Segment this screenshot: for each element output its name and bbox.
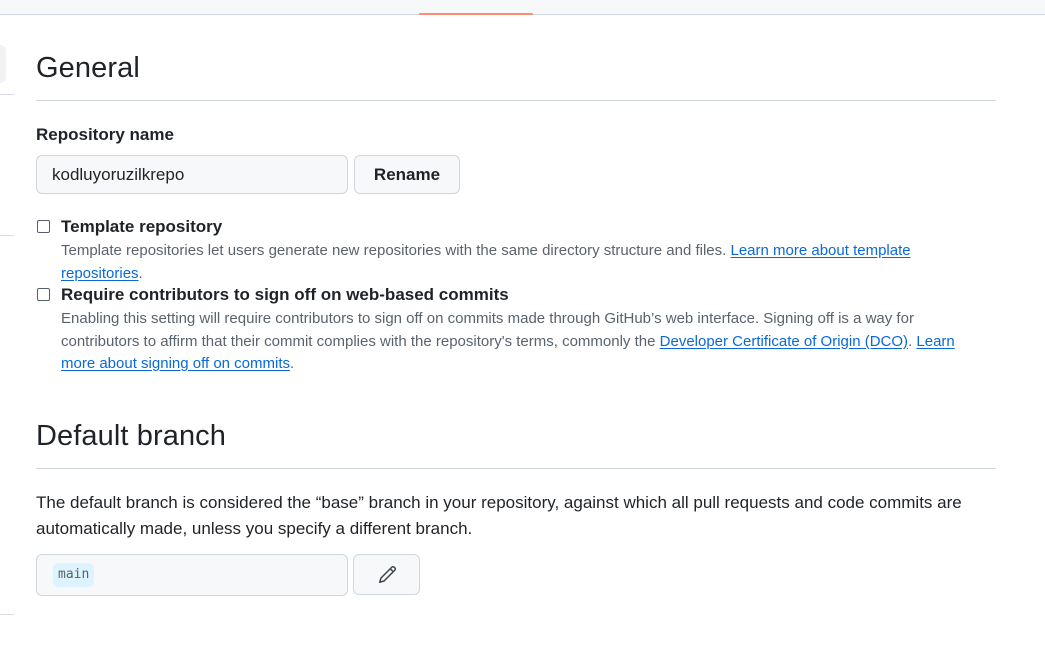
general-heading: General	[36, 52, 140, 84]
default-branch-field: main	[36, 554, 348, 596]
sign-off-label: Require contributors to sign off on web-…	[61, 285, 509, 304]
edit-default-branch-button[interactable]	[353, 554, 420, 595]
period: .	[908, 332, 913, 350]
sidebar-divider	[0, 94, 14, 95]
branch-name: main	[53, 563, 95, 587]
default-branch-divider	[36, 468, 996, 469]
default-branch-heading: Default branch	[36, 420, 227, 452]
repository-name-label: Repository name	[36, 125, 174, 144]
pencil-icon	[378, 565, 396, 583]
template-repository-checkbox[interactable]	[37, 220, 50, 233]
period: .	[290, 355, 295, 372]
settings-tab-underline	[419, 13, 533, 15]
dco-link[interactable]: Developer Certificate of Origin (DCO)	[660, 333, 908, 350]
sign-off-description: Enabling this setting will require contr…	[61, 308, 971, 376]
template-repository-description-text: Template repositories let users generate…	[61, 242, 727, 259]
settings-sidebar	[0, 0, 14, 652]
sidebar-divider	[0, 614, 14, 615]
repository-name-input[interactable]	[36, 155, 348, 194]
sidebar-divider	[0, 235, 14, 236]
repo-nav-bar	[0, 0, 1045, 15]
default-branch-description: The default branch is considered the “ba…	[36, 493, 962, 538]
template-repository-label: Template repository	[61, 217, 223, 236]
general-divider	[36, 100, 996, 101]
sign-off-checkbox[interactable]	[37, 288, 50, 301]
period: .	[138, 264, 143, 282]
template-repository-description: Template repositories let users generate…	[61, 240, 971, 285]
rename-button[interactable]: Rename	[354, 155, 460, 194]
sidebar-selected-item[interactable]	[0, 45, 6, 83]
